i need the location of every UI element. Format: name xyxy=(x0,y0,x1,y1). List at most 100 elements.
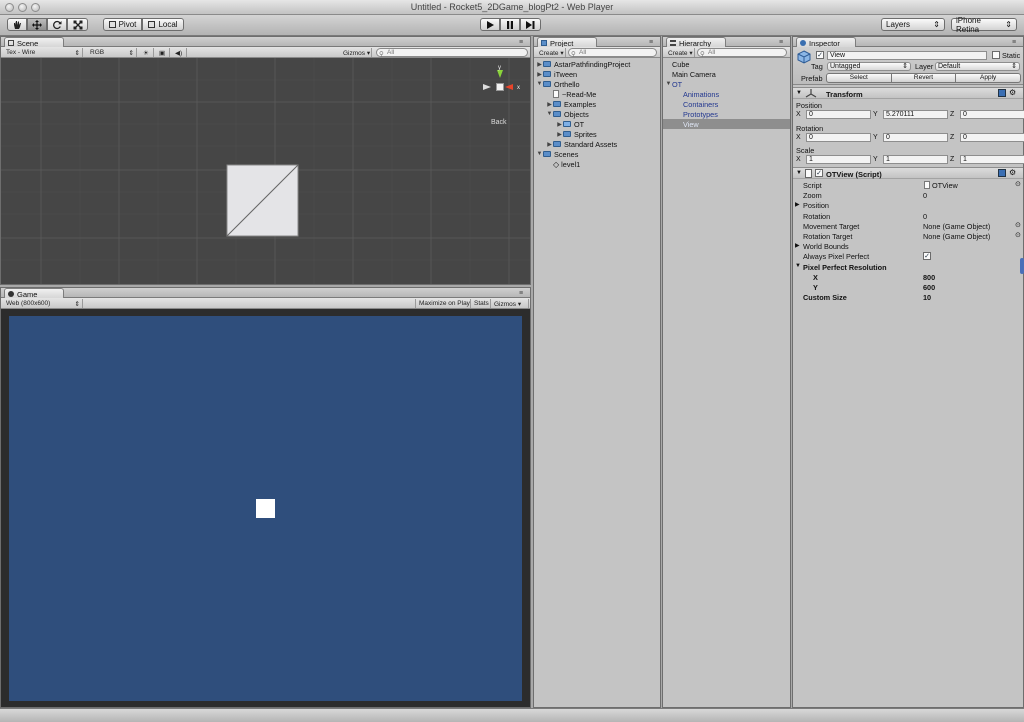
project-item[interactable]: ▶ Sprites xyxy=(536,129,660,139)
gear-icon[interactable]: ⚙ xyxy=(1009,168,1016,177)
scale-x-field[interactable]: 1 xyxy=(806,155,871,164)
project-item[interactable]: ▶ Examples xyxy=(536,99,660,109)
script-property-row[interactable]: ▶ World Bounds xyxy=(793,241,1023,251)
panel-menu-icon[interactable]: ≡ xyxy=(779,39,783,46)
script-property-row[interactable]: Y 600 xyxy=(793,282,1023,292)
hand-tool-button[interactable] xyxy=(7,18,27,31)
hierarchy-item[interactable]: Cube xyxy=(663,59,790,69)
expand-arrow-icon[interactable]: ▼ xyxy=(546,111,553,117)
expand-arrow-icon[interactable]: ▶ xyxy=(556,131,563,138)
panel-menu-icon[interactable]: ≡ xyxy=(1012,39,1016,46)
project-search-input[interactable]: ⚲ All xyxy=(568,48,657,58)
layer-dropdown[interactable]: Default ⇕ xyxy=(935,62,1020,71)
prefab-revert-button[interactable]: Revert xyxy=(891,73,957,83)
step-button[interactable] xyxy=(520,18,541,31)
scale-y-field[interactable]: 1 xyxy=(883,155,948,164)
panel-menu-icon[interactable]: ≡ xyxy=(649,39,653,46)
scale-tool-button[interactable] xyxy=(67,18,88,31)
script-property-row[interactable]: Always Pixel Perfect ✓ xyxy=(793,251,1023,261)
hierarchy-item[interactable]: Animations xyxy=(663,89,790,99)
help-book-icon[interactable] xyxy=(998,169,1006,177)
hierarchy-create-dropdown[interactable]: Create ▾ xyxy=(665,48,695,57)
tab-game[interactable]: Game xyxy=(4,288,64,299)
pivot-toggle-button[interactable]: Pivot xyxy=(103,18,142,31)
expand-arrow-icon[interactable]: ▶ xyxy=(536,61,543,68)
script-enabled-checkbox[interactable]: ✓ xyxy=(815,169,823,177)
position-x-field[interactable]: 0 xyxy=(806,110,871,119)
expand-arrow-icon[interactable]: ▶ xyxy=(546,141,553,148)
scene-orientation-gizmo[interactable]: y x xyxy=(477,64,525,112)
prefab-apply-button[interactable]: Apply xyxy=(956,73,1022,83)
script-component-header[interactable]: ▼ ✓ OTView (Script) ⚙ xyxy=(793,167,1023,179)
hierarchy-item[interactable]: Containers xyxy=(663,99,790,109)
expand-arrow-icon[interactable]: ▶ xyxy=(556,121,563,128)
position-z-field[interactable]: 0 xyxy=(960,110,1024,119)
hierarchy-item[interactable]: Prototypes xyxy=(663,109,790,119)
project-item[interactable]: ▶ iTween xyxy=(536,69,660,79)
render-mode-dropdown[interactable]: Tex - Wire ⇕ xyxy=(3,48,83,57)
object-picker-icon[interactable]: ⊙ xyxy=(1015,231,1021,239)
rotation-z-field[interactable]: 0 xyxy=(960,133,1024,142)
help-book-icon[interactable] xyxy=(998,89,1006,97)
project-item[interactable]: ▶ Standard Assets xyxy=(536,139,660,149)
script-property-row[interactable]: Zoom 0 xyxy=(793,190,1023,200)
script-property-row[interactable]: ▼ Pixel Perfect Resolution xyxy=(793,262,1023,272)
tab-project[interactable]: Project xyxy=(537,37,597,48)
script-property-row[interactable]: Rotation 0 xyxy=(793,211,1023,221)
inspector-scrollbar[interactable] xyxy=(1020,258,1024,274)
scale-z-field[interactable]: 1 xyxy=(960,155,1024,164)
scene-cube-object[interactable] xyxy=(226,164,300,238)
scene-viewport[interactable]: y x Back xyxy=(1,58,530,284)
audio-toggle[interactable]: ◀) xyxy=(172,48,187,57)
gear-icon[interactable]: ⚙ xyxy=(1009,88,1016,97)
script-property-row[interactable]: ▶ Position xyxy=(793,200,1023,210)
object-active-checkbox[interactable]: ✓ xyxy=(816,51,824,59)
expand-arrow-icon[interactable]: ▼ xyxy=(536,81,543,87)
project-create-dropdown[interactable]: Create ▾ xyxy=(536,48,566,57)
script-property-row[interactable]: X 800 xyxy=(793,272,1023,282)
expand-arrow-icon[interactable]: ▼ xyxy=(665,81,672,87)
static-checkbox[interactable] xyxy=(992,51,1000,59)
pause-button[interactable] xyxy=(500,18,520,31)
fx-toggle[interactable]: ▣ xyxy=(156,48,170,57)
script-property-row[interactable]: Movement Target None (Game Object) ⊙ xyxy=(793,221,1023,231)
tag-dropdown[interactable]: Untagged ⇕ xyxy=(827,62,911,71)
object-picker-icon[interactable]: ⊙ xyxy=(1015,221,1021,229)
prefab-select-button[interactable]: Select xyxy=(826,73,892,83)
tab-inspector[interactable]: Inspector xyxy=(796,37,856,48)
script-property-row[interactable]: Custom Size 10 xyxy=(793,292,1023,302)
hierarchy-item[interactable]: View xyxy=(663,119,790,129)
hierarchy-search-input[interactable]: ⚲ All xyxy=(697,48,787,58)
local-toggle-button[interactable]: Local xyxy=(142,18,184,31)
rotation-x-field[interactable]: 0 xyxy=(806,133,871,142)
play-button[interactable] xyxy=(480,18,500,31)
project-item[interactable]: ~Read-Me xyxy=(536,89,660,99)
project-item[interactable]: ◇ level1 xyxy=(536,159,660,169)
project-item[interactable]: ▶ AstarPathfindingProject xyxy=(536,59,660,69)
hierarchy-item[interactable]: Main Camera xyxy=(663,69,790,79)
panel-menu-icon[interactable]: ≡ xyxy=(519,39,523,46)
tab-scene[interactable]: Scene xyxy=(4,37,64,48)
script-property-row[interactable]: Script OTView ⊙ xyxy=(793,180,1023,190)
scene-gizmos-dropdown[interactable]: Gizmos ▾ xyxy=(340,48,372,57)
layers-dropdown[interactable]: Layers ⇕ xyxy=(881,18,945,31)
project-item[interactable]: ▼ Objects xyxy=(536,109,660,119)
stats-toggle[interactable]: Stats xyxy=(471,299,491,308)
tab-hierarchy[interactable]: Hierarchy xyxy=(666,37,726,48)
panel-menu-icon[interactable]: ≡ xyxy=(519,290,523,297)
rotation-y-field[interactable]: 0 xyxy=(883,133,948,142)
game-gizmos-dropdown[interactable]: Gizmos ▾ xyxy=(491,299,529,308)
maximize-on-play-toggle[interactable]: Maximize on Play xyxy=(415,299,471,308)
script-property-row[interactable]: Rotation Target None (Game Object) ⊙ xyxy=(793,231,1023,241)
transform-header[interactable]: ▼ Transform ⚙ xyxy=(793,87,1023,99)
always-pixel-perfect-checkbox[interactable]: ✓ xyxy=(923,252,931,261)
layout-dropdown[interactable]: iPhone Retina ⇕ xyxy=(951,16,1017,34)
move-tool-button[interactable] xyxy=(27,18,47,31)
expand-arrow-icon[interactable]: ▶ xyxy=(536,71,543,78)
project-item[interactable]: ▼ Scenes xyxy=(536,149,660,159)
scene-search-input[interactable]: ⚲ All xyxy=(376,48,528,58)
color-mode-dropdown[interactable]: RGB ⇕ xyxy=(87,48,137,57)
lighting-toggle[interactable]: ☀ xyxy=(140,48,154,57)
project-item[interactable]: ▶ OT xyxy=(536,119,660,129)
rotate-tool-button[interactable] xyxy=(47,18,67,31)
